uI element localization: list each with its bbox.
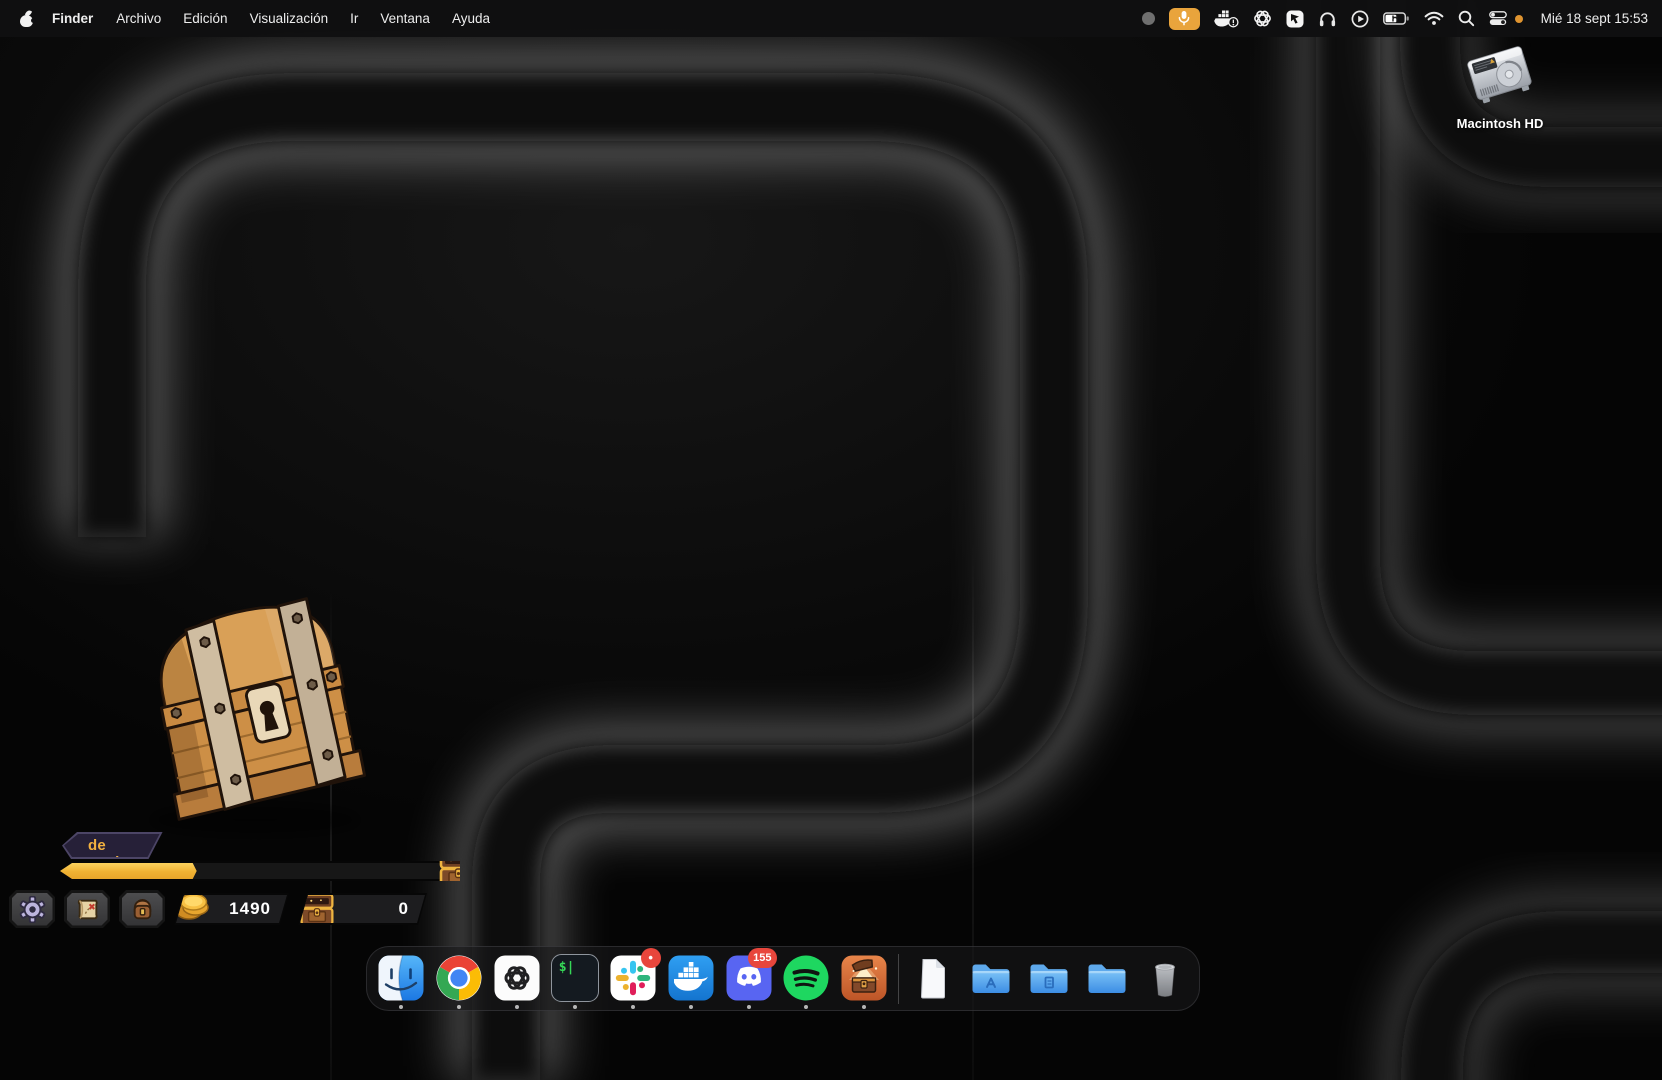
menu-bar-status: Mié 18 sept 15:53 bbox=[1142, 8, 1662, 30]
folder-icon bbox=[1083, 954, 1131, 1002]
running-indicator bbox=[747, 1005, 751, 1009]
treasure-map-icon bbox=[74, 896, 101, 923]
attention-dot-icon bbox=[1515, 15, 1523, 23]
terminal-prompt: $| bbox=[559, 960, 575, 975]
running-indicator bbox=[631, 1005, 635, 1009]
dock-item-treasure-game[interactable] bbox=[840, 947, 888, 1011]
dock-item-trash[interactable] bbox=[1141, 947, 1189, 1011]
dock-item-folder[interactable] bbox=[1083, 947, 1131, 1011]
backpack-icon bbox=[129, 896, 156, 923]
docker-status-icon[interactable] bbox=[1214, 9, 1239, 28]
apple-menu-icon[interactable] bbox=[20, 11, 34, 27]
hud-toolbar: 1490 0 bbox=[9, 890, 427, 928]
dock: $| • bbox=[366, 946, 1200, 1011]
running-indicator bbox=[862, 1005, 866, 1009]
running-indicator bbox=[804, 1005, 808, 1009]
menu-bar-menus: Finder Archivo Edición Visualización Ir … bbox=[0, 11, 501, 27]
dock-item-documents-folder[interactable] bbox=[1025, 947, 1073, 1011]
running-indicator bbox=[689, 1005, 693, 1009]
spotify-icon bbox=[782, 954, 830, 1002]
running-indicator bbox=[399, 1005, 403, 1009]
running-indicator bbox=[515, 1005, 519, 1009]
control-center-icon[interactable] bbox=[1489, 11, 1507, 26]
dock-item-terminal[interactable]: $| bbox=[551, 947, 599, 1011]
running-indicator bbox=[573, 1005, 577, 1009]
progress-fill bbox=[60, 863, 197, 879]
docker-icon bbox=[667, 954, 715, 1002]
menu-ventana[interactable]: Ventana bbox=[369, 11, 441, 26]
dock-item-spotify[interactable] bbox=[782, 947, 830, 1011]
menu-bar: Finder Archivo Edición Visualización Ir … bbox=[0, 0, 1662, 37]
coin-counter: 1490 bbox=[174, 893, 289, 925]
dock-item-slack[interactable]: • bbox=[609, 947, 657, 1011]
map-button[interactable] bbox=[64, 890, 110, 928]
dock-item-chatgpt[interactable] bbox=[493, 947, 541, 1011]
trash-icon bbox=[1141, 954, 1189, 1002]
chrome-icon bbox=[435, 954, 483, 1002]
inventory-button[interactable] bbox=[119, 890, 165, 928]
notification-badge: • bbox=[641, 948, 661, 968]
dock-item-docker[interactable] bbox=[667, 947, 715, 1011]
progress-bar bbox=[58, 861, 460, 881]
dock-item-chrome[interactable] bbox=[435, 947, 483, 1011]
spotlight-search-icon[interactable] bbox=[1458, 10, 1475, 27]
desktop-volume: Macintosh HD bbox=[1438, 40, 1562, 131]
notification-badge: 155 bbox=[748, 948, 776, 968]
gear-icon bbox=[19, 896, 46, 923]
settings-button[interactable] bbox=[9, 890, 55, 928]
treasure-game-icon bbox=[840, 954, 888, 1002]
menu-visualizacion[interactable]: Visualización bbox=[239, 11, 340, 26]
dock-item-finder[interactable] bbox=[377, 947, 425, 1011]
item-name-banner: Cofre de madera bbox=[62, 832, 165, 859]
microphone-active-icon[interactable] bbox=[1169, 8, 1200, 30]
menu-bar-clock[interactable]: Mié 18 sept 15:53 bbox=[1541, 11, 1648, 26]
dock-separator bbox=[898, 954, 899, 1004]
battery-charging-icon[interactable] bbox=[1383, 11, 1410, 26]
running-indicator bbox=[457, 1005, 461, 1009]
applications-folder-icon bbox=[967, 954, 1015, 1002]
chest-count-icon bbox=[298, 892, 336, 928]
terminal-icon: $| bbox=[551, 954, 599, 1002]
menu-ayuda[interactable]: Ayuda bbox=[441, 11, 501, 26]
dock-item-applications-folder[interactable] bbox=[967, 947, 1015, 1011]
menu-app-name[interactable]: Finder bbox=[40, 11, 105, 26]
coins-icon bbox=[174, 888, 214, 924]
menu-archivo[interactable]: Archivo bbox=[105, 11, 172, 26]
chatgpt-status-icon[interactable] bbox=[1253, 9, 1272, 28]
chest-counter: 0 bbox=[298, 893, 427, 925]
screen-share-app-icon[interactable] bbox=[1286, 10, 1304, 28]
wifi-icon[interactable] bbox=[1424, 11, 1444, 26]
hard-drive-icon[interactable] bbox=[1454, 40, 1546, 110]
now-playing-icon[interactable] bbox=[1351, 10, 1369, 28]
wooden-chest-sprite[interactable] bbox=[106, 575, 410, 847]
volume-label: Macintosh HD bbox=[1438, 116, 1562, 131]
coin-count: 1490 bbox=[214, 899, 287, 919]
documents-folder-icon bbox=[1025, 954, 1073, 1002]
headphones-icon[interactable] bbox=[1318, 10, 1337, 28]
dock-item-document[interactable] bbox=[909, 947, 957, 1011]
finder-icon bbox=[377, 954, 425, 1002]
chest-count: 0 bbox=[336, 899, 425, 919]
menu-ir[interactable]: Ir bbox=[339, 11, 369, 26]
dock-item-discord[interactable]: 155 bbox=[725, 947, 773, 1011]
document-icon bbox=[909, 954, 957, 1002]
menu-edicion[interactable]: Edición bbox=[172, 11, 238, 26]
record-indicator-icon[interactable] bbox=[1142, 12, 1155, 25]
chatgpt-icon bbox=[493, 954, 541, 1002]
desktop-screen: Finder Archivo Edición Visualización Ir … bbox=[0, 0, 1662, 1080]
